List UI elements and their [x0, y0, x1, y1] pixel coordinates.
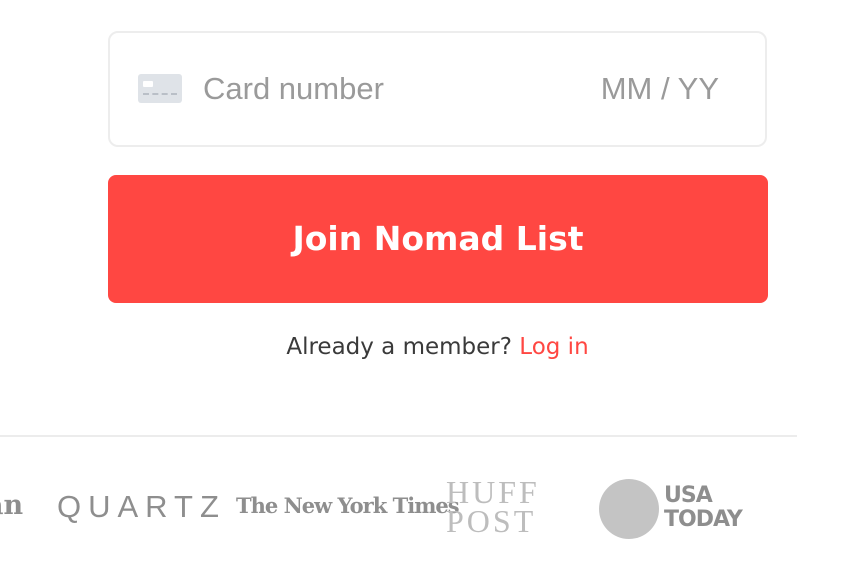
quartz-logo: QUARTZ — [57, 489, 226, 524]
login-link[interactable]: Log in — [519, 334, 588, 360]
signup-page: Card number MM / YY Join Nomad List Alre… — [0, 0, 852, 578]
divider — [0, 435, 797, 437]
card-digits — [143, 93, 177, 95]
card-chip — [143, 81, 153, 87]
card-expiry-placeholder[interactable]: MM / YY — [601, 33, 719, 145]
guardian-logo: an — [0, 490, 24, 521]
member-prompt: Already a member? — [286, 334, 512, 360]
usatoday-line-1: USA — [664, 483, 713, 508]
credit-card-icon — [138, 74, 182, 103]
card-input-field[interactable]: Card number MM / YY — [108, 31, 767, 147]
join-button[interactable]: Join Nomad List — [108, 175, 768, 303]
usatoday-circle-icon — [599, 479, 659, 539]
huffpost-logo: HUFF POST — [446, 476, 540, 539]
card-number-placeholder[interactable]: Card number — [203, 33, 384, 145]
usatoday-line-2: TODAY — [664, 507, 743, 532]
nyt-logo: The New York Times — [236, 493, 460, 518]
huffpost-line-2: POST — [446, 503, 537, 539]
usatoday-logo: USA TODAY — [664, 483, 743, 532]
member-login-line: Already a member? Log in — [0, 332, 852, 362]
